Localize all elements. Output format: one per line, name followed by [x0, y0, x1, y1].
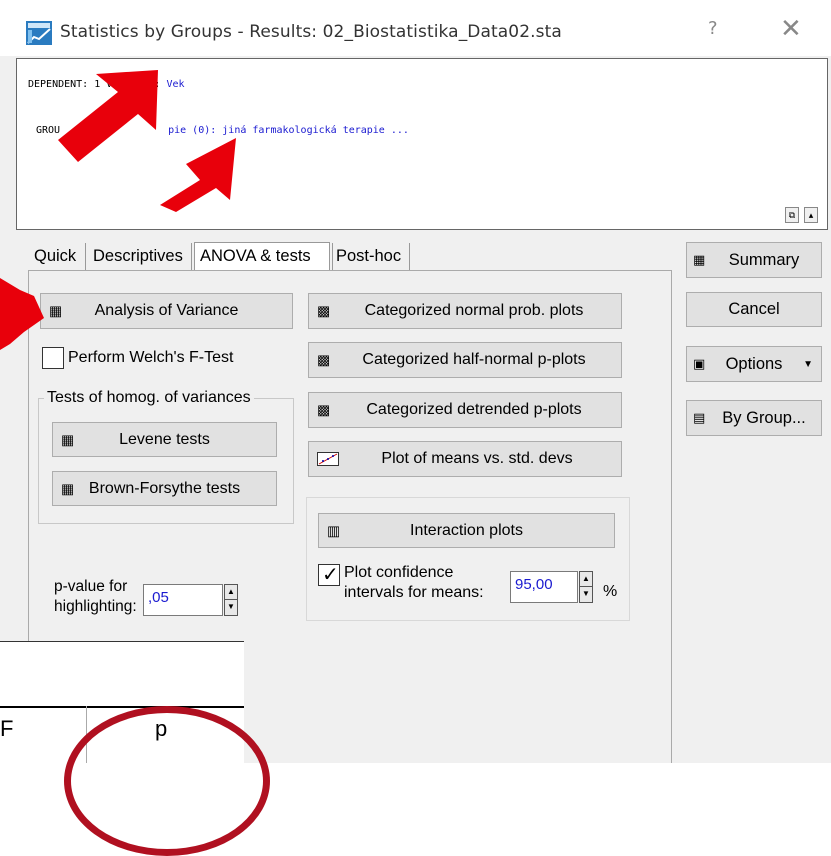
categorized-halfnormal-plots-button[interactable]: ▩ Categorized half-normal p-plots — [308, 342, 622, 378]
brown-forsythe-tests-button[interactable]: ▦ Brown-Forsythe tests — [52, 471, 277, 506]
plot-grid-icon: ▩ — [317, 351, 331, 368]
spin-down-icon[interactable]: ▼ — [225, 600, 237, 615]
spin-down-icon[interactable]: ▼ — [580, 587, 592, 602]
title-bar: Statistics by Groups - Results: 02_Biost… — [0, 0, 831, 56]
table-header-rule — [0, 706, 244, 708]
button-label: Summary — [728, 250, 800, 269]
dependent-line: DEPENDENT: 1 variable: Vek — [28, 79, 185, 90]
options-icon: ▣ — [693, 356, 706, 371]
button-label: Cancel — [728, 300, 780, 318]
ci-value-input[interactable]: 95,00 — [510, 571, 578, 603]
table-icon: ▦ — [61, 480, 75, 496]
scatter-plot-icon — [317, 452, 339, 466]
statistica-app-icon — [26, 21, 52, 45]
chevron-down-icon: ▼ — [803, 358, 813, 370]
tab-post-hoc[interactable]: Post-hoc — [332, 243, 410, 271]
button-label: Levene tests — [119, 430, 210, 448]
pvalue-spinner[interactable]: ▲ ▼ — [224, 584, 238, 616]
copy-icon[interactable]: ⧉ — [785, 207, 799, 223]
close-icon[interactable]: ✕ — [780, 14, 802, 44]
levene-tests-button[interactable]: ▦ Levene tests — [52, 422, 277, 457]
tab-anova-tests[interactable]: ANOVA & tests — [194, 242, 330, 272]
summary-button[interactable]: ▦ Summary — [686, 242, 822, 278]
categorized-normal-plots-button[interactable]: ▩ Categorized normal prob. plots — [308, 293, 622, 329]
spin-up-icon[interactable]: ▲ — [580, 572, 592, 587]
ci-unit: % — [603, 583, 618, 600]
button-label: Categorized normal prob. plots — [364, 302, 584, 319]
statistics-by-groups-dialog: Statistics by Groups - Results: 02_Biost… — [0, 0, 831, 856]
interaction-plot-icon: ▥ — [327, 522, 341, 538]
table-icon: ▦ — [49, 302, 63, 319]
welch-label: Perform Welch's F-Test — [68, 349, 234, 366]
ci-spinner[interactable]: ▲ ▼ — [579, 571, 593, 603]
tab-label: Descriptives — [93, 247, 183, 265]
dependent-prefix: DEPENDENT: 1 variable: — [28, 79, 167, 90]
plot-ci-label-line2: intervals for means: — [344, 584, 484, 601]
tab-label: Post-hoc — [336, 247, 402, 265]
dependent-variable: Vek — [166, 79, 185, 90]
spin-up-icon[interactable]: ▲ — [225, 585, 237, 600]
group-description: pie (0): jiná farmakologická terapie ... — [168, 125, 409, 136]
button-label: Options — [725, 354, 783, 373]
group-prefix: GROU — [36, 125, 61, 136]
help-icon[interactable]: ? — [708, 18, 718, 39]
button-label: By Group... — [722, 408, 806, 427]
plot-grid-icon: ▩ — [317, 401, 331, 418]
plot-ci-checkbox[interactable]: ✓ — [318, 562, 340, 586]
welch-checkbox[interactable] — [42, 347, 64, 369]
plot-grid-icon: ▩ — [317, 302, 331, 319]
tab-quick[interactable]: Quick — [30, 243, 86, 271]
tab-descriptives[interactable]: Descriptives — [88, 243, 192, 271]
button-label: Plot of means vs. std. devs — [381, 450, 573, 467]
column-header-f: F — [0, 716, 14, 741]
highlight-circle — [64, 706, 270, 856]
by-group-button[interactable]: ▤ By Group... — [686, 400, 822, 436]
group-line: GROU pie (0): jiná farmakologická terapie… — [36, 125, 409, 136]
summary-table-icon: ▦ — [693, 252, 706, 267]
pvalue-label-line1: p-value for — [54, 578, 128, 595]
tab-label: ANOVA & tests — [200, 247, 311, 265]
table-icon: ▦ — [61, 431, 75, 447]
categorized-detrended-plots-button[interactable]: ▩ Categorized detrended p-plots — [308, 392, 622, 428]
options-button[interactable]: ▣ Options ▼ — [686, 346, 822, 382]
button-label: Brown-Forsythe tests — [88, 479, 241, 497]
means-vs-stddev-button[interactable]: Plot of means vs. std. devs — [308, 441, 622, 477]
interaction-plots-button[interactable]: ▥ Interaction plots — [318, 513, 615, 548]
cancel-button[interactable]: Cancel — [686, 292, 822, 327]
analysis-of-variance-button[interactable]: ▦ Analysis of Variance — [40, 293, 293, 329]
check-icon: ✓ — [322, 562, 339, 586]
window-title: Statistics by Groups - Results: 02_Biost… — [60, 22, 562, 42]
tab-label: Quick — [34, 247, 77, 265]
scroll-up-icon[interactable]: ▴ — [804, 207, 818, 223]
homogeneity-title: Tests of homog. of variances — [44, 389, 254, 407]
plot-ci-label-line1: Plot confidence — [344, 564, 454, 581]
pvalue-input[interactable]: ,05 — [143, 584, 223, 616]
button-label: Categorized half-normal p-plots — [362, 351, 586, 368]
button-label: Analysis of Variance — [94, 302, 239, 319]
pvalue-label-line2: highlighting: — [54, 598, 137, 615]
by-group-icon: ▤ — [693, 410, 706, 425]
button-label: Interaction plots — [410, 521, 523, 539]
button-label: Categorized detrended p-plots — [366, 401, 582, 418]
